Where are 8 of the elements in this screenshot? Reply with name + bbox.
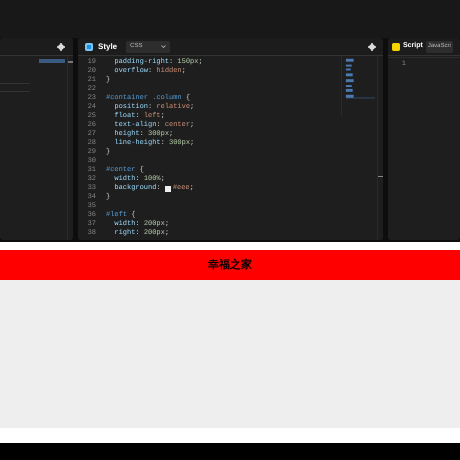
- panel-title: Style: [98, 40, 118, 52]
- settings-icon[interactable]: [57, 42, 65, 50]
- scrollbar[interactable]: [377, 56, 383, 240]
- minimap-drawing: [37, 56, 67, 66]
- banner-title: 幸福之家: [208, 258, 252, 273]
- settings-icon[interactable]: [368, 42, 376, 50]
- chevron-icon: [161, 45, 166, 48]
- square-icon: [85, 42, 93, 50]
